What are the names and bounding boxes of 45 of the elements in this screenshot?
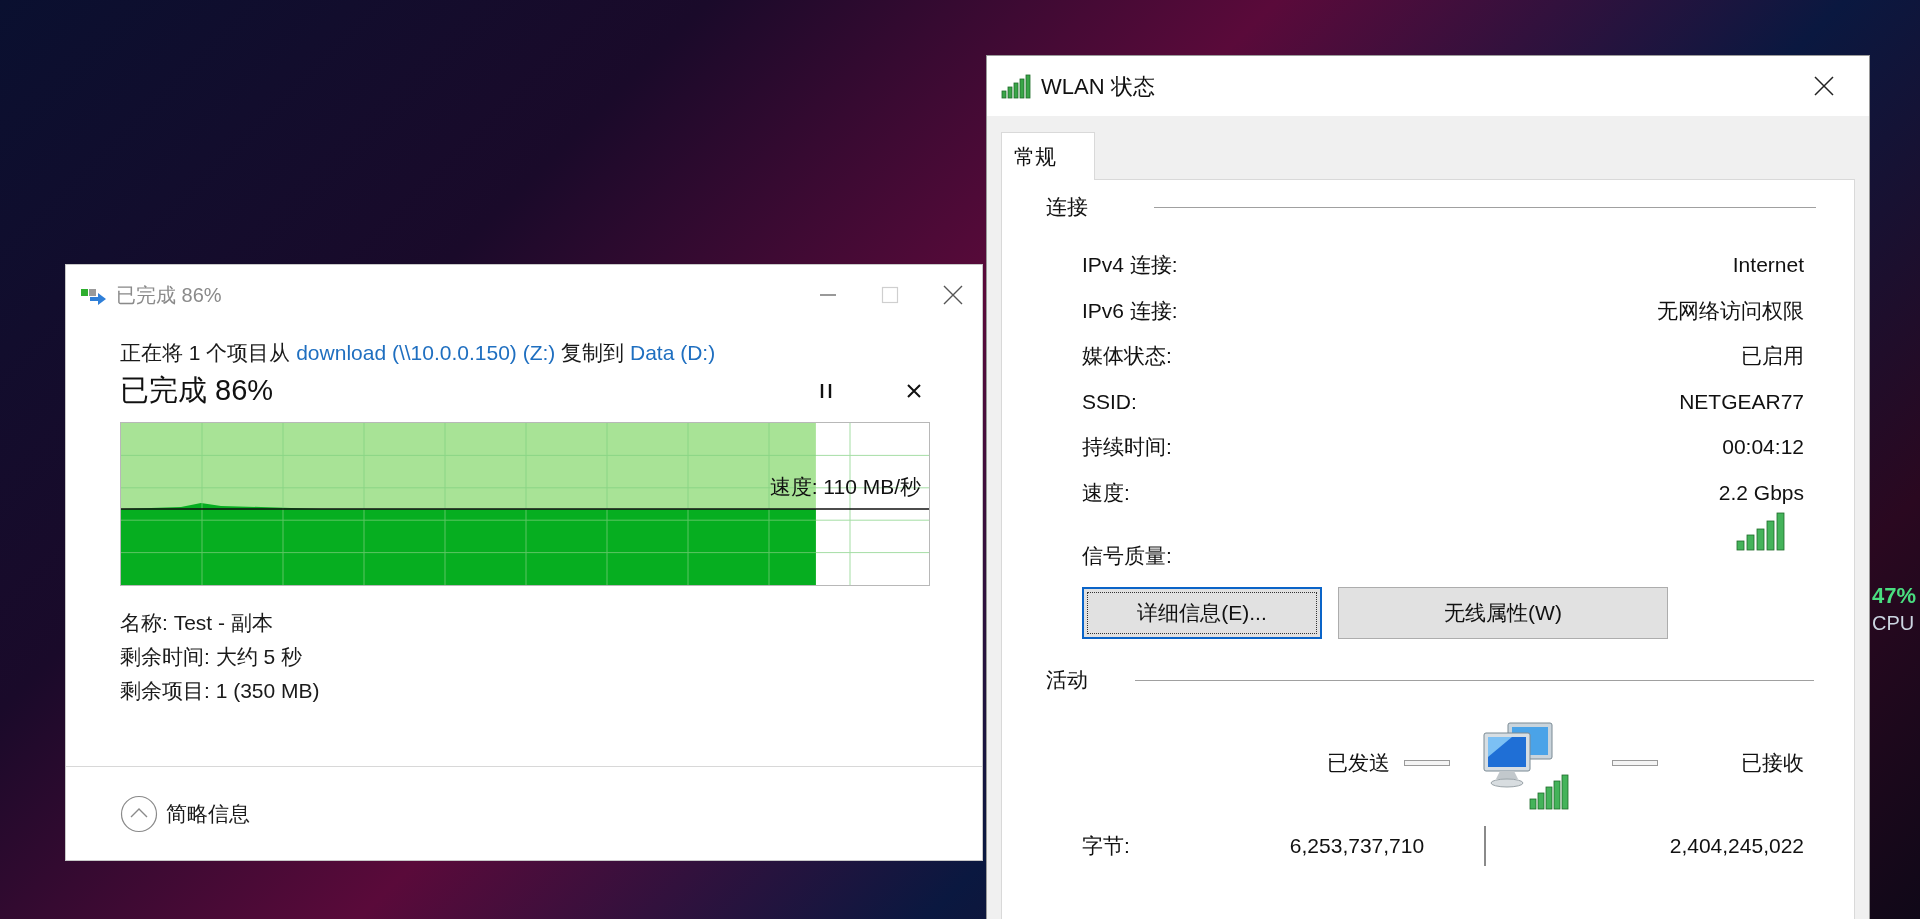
collapse-details-button[interactable]: 简略信息 [120, 794, 250, 833]
transfer-detail: 剩余项目: 1 (350 MB) [120, 678, 321, 704]
dash-icon [1404, 760, 1450, 766]
chevron-up-icon [120, 794, 158, 833]
close-icon[interactable] [906, 383, 922, 399]
close-icon[interactable] [942, 284, 964, 306]
info-value: NETGEAR77 [1679, 388, 1804, 415]
tab[interactable]: 常规 [1001, 132, 1095, 180]
window-title: 已完成 86% [116, 283, 222, 308]
dash-icon [1612, 760, 1658, 766]
cpu-label: CPU [1872, 611, 1915, 636]
info-value: 无网络访问权限 [1657, 297, 1804, 324]
transfer-detail: 剩余时间: 大约 5 秒 [120, 644, 304, 670]
bytes-received: 2,404,245,022 [1669, 833, 1804, 860]
copy-description: 正在将 1 个项目从 download (\\10.0.0.150) (Z:) 复制到 Data (D:) [120, 340, 717, 366]
pause-icon[interactable] [818, 382, 834, 400]
progress-heading: 已完成 86% [120, 373, 274, 409]
transfer-detail: 名称: Test - 副本 [120, 610, 274, 636]
bytes-sent: 6,253,737,710 [1289, 833, 1425, 860]
received-label: 已接收 [1741, 750, 1804, 777]
info-label: 持续时间: [1082, 434, 1172, 460]
signal-bars-icon [1001, 73, 1033, 99]
info-label: 媒体状态: [1082, 343, 1172, 369]
close-icon[interactable] [1813, 75, 1835, 97]
section-title: 活动 [1046, 667, 1088, 694]
speed-label: 速度: 110 MB/秒 [769, 474, 921, 500]
sent-label: 已发送 [1326, 750, 1390, 777]
info-label: IPv4 连接: [1082, 252, 1178, 278]
cpu-percentage: 47% [1872, 582, 1917, 610]
info-label: IPv6 连接: [1082, 297, 1178, 324]
info-label: 速度: [1082, 479, 1130, 506]
wireless-properties-button[interactable]: 无线属性(W) [1338, 587, 1668, 639]
window-title: WLAN 状态 [1041, 72, 1155, 101]
bytes-label: 字节: [1082, 833, 1130, 860]
info-value: 2.2 Gbps [1718, 479, 1804, 506]
info-value: Internet [1732, 252, 1804, 278]
section-title: 连接 [1046, 194, 1088, 221]
location-link[interactable]: Data (D:) [630, 341, 716, 364]
details-button[interactable]: 详细信息(E)... [1082, 587, 1322, 639]
info-label: 信号质量: [1082, 542, 1172, 569]
info-value: 00:04:12 [1722, 434, 1804, 460]
info-value: 已启用 [1741, 343, 1804, 369]
location-link[interactable]: download (\\10.0.0.150) (Z:) [296, 341, 556, 364]
signal-quality-icon [1736, 511, 1786, 551]
info-label: SSID: [1082, 388, 1137, 415]
